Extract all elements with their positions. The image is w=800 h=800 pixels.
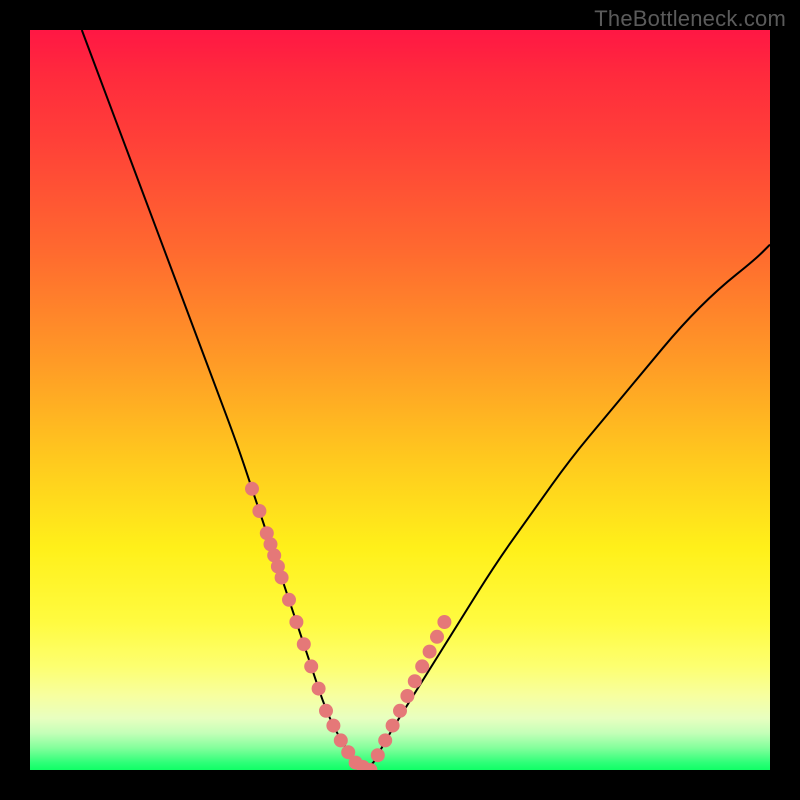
marker-point xyxy=(304,659,318,673)
chart-frame: TheBottleneck.com xyxy=(0,0,800,800)
marker-point xyxy=(297,637,311,651)
marker-point xyxy=(252,504,266,518)
marker-point xyxy=(326,719,340,733)
marker-point xyxy=(430,630,444,644)
marker-point xyxy=(312,682,326,696)
marker-point xyxy=(415,659,429,673)
marker-point xyxy=(408,674,422,688)
watermark-text: TheBottleneck.com xyxy=(594,6,786,32)
marker-point xyxy=(437,615,451,629)
marker-point xyxy=(289,615,303,629)
marker-point xyxy=(378,733,392,747)
marker-point xyxy=(400,689,414,703)
marker-point xyxy=(319,704,333,718)
curve-svg xyxy=(30,30,770,770)
marker-point xyxy=(423,645,437,659)
marker-point xyxy=(371,748,385,762)
marker-point xyxy=(275,571,289,585)
plot-area xyxy=(30,30,770,770)
marker-point xyxy=(386,719,400,733)
marker-point xyxy=(245,482,259,496)
marker-point xyxy=(334,733,348,747)
marker-point xyxy=(282,593,296,607)
marker-group xyxy=(245,482,451,770)
marker-point xyxy=(393,704,407,718)
